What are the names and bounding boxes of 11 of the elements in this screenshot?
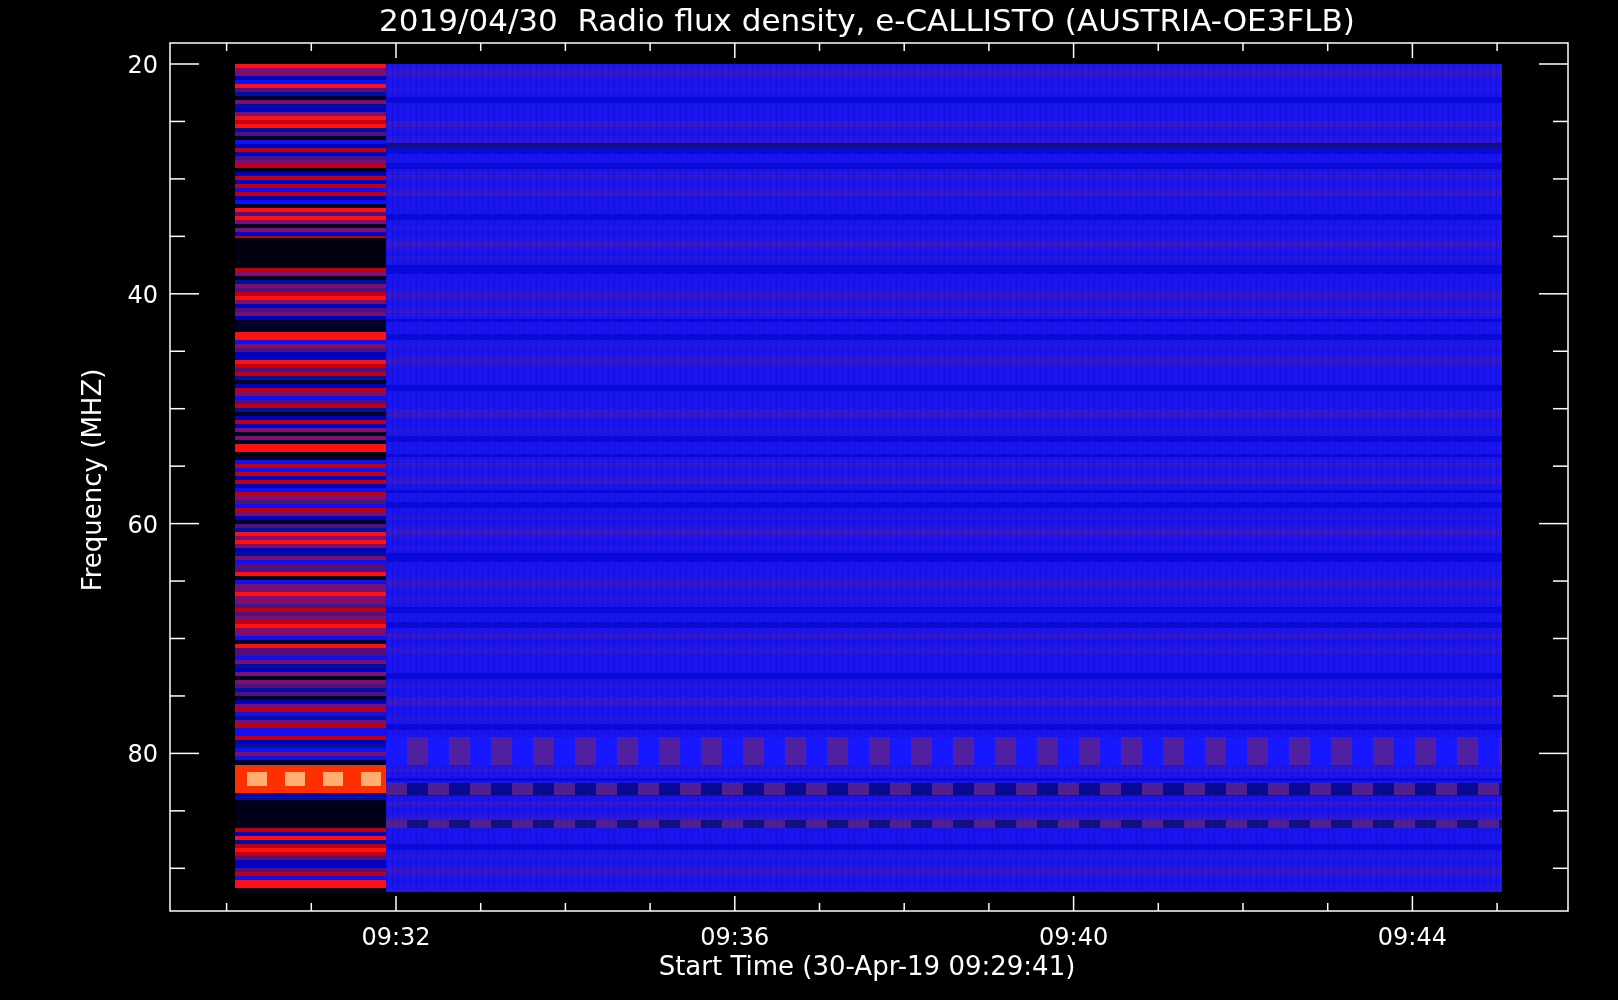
x-axis-label: Start Time (30-Apr-19 09:29:41) (658, 951, 1076, 981)
y-axis-tick-label: 20 (127, 51, 158, 79)
y-axis-tick-label: 40 (127, 280, 158, 309)
chart-title: 2019/04/30 Radio flux density, e-CALLISTO (AUSTRIA-OE3FLB) (379, 2, 1355, 38)
y-axis-tick-label: 60 (127, 510, 158, 539)
x-axis-tick-label: 09:44 (1377, 923, 1447, 951)
y-axis-label: Frequency (MHZ) (77, 368, 107, 592)
y-axis-tick-label: 80 (127, 740, 158, 769)
x-axis-tick-label: 09:40 (1039, 923, 1109, 951)
x-axis-tick-label: 09:36 (700, 923, 770, 951)
x-axis-tick-label: 09:32 (361, 923, 431, 951)
